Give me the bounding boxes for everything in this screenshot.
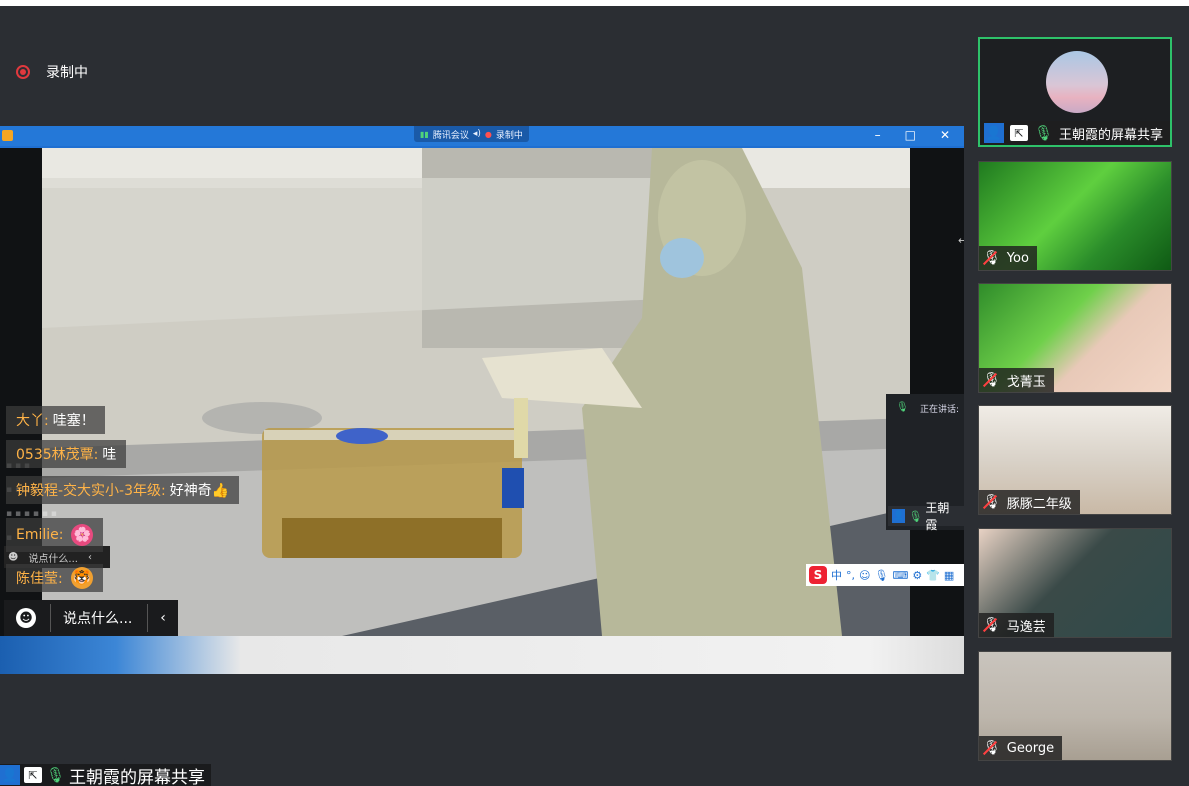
grid-icon[interactable]: ▦ (944, 569, 954, 582)
participant-name: 豚豚二年级 (1006, 496, 1072, 512)
flower-emoji: 🌸 (71, 524, 94, 546)
voice-icon[interactable]: 🎙 (874, 569, 888, 582)
participant-tag: 🎙 George (979, 736, 1063, 760)
chat-sender: 0535林茂覃: (16, 447, 99, 463)
maximize-button[interactable]: □ (905, 128, 916, 142)
chat-text: 哇 (102, 447, 117, 463)
avatar (1046, 51, 1108, 113)
speaker-name-tag: 👤 🎙 王朝霞 (888, 501, 964, 532)
screen-share-icon: ⇱ (24, 767, 42, 783)
mic-muted-icon: 🎙 (983, 494, 1001, 510)
main-stage: 录制中 ▮▮ 腾讯会议 ◂) ● 录制中 – □ ✕ 🎙 正在讲话: 👤 🎙 王… (0, 6, 964, 786)
chat-input-bar[interactable]: ☻ 说点什么... ‹ (4, 600, 178, 636)
record-icon (16, 65, 30, 79)
skin-icon[interactable]: 👕 (926, 569, 940, 582)
chat-sender: Emilie: (16, 527, 64, 543)
chat-sender: 钟毅程-交大实小-3年级: (16, 483, 166, 499)
participant-gallery: 👤 ⇱ 🎙 王朝霞的屏幕共享 🎙 Yoo 🎙 戈菁玉 🎙 豚豚二年级 🎙 马逸芸 (964, 6, 1189, 786)
meeting-app-name: 腾讯会议 (432, 130, 469, 141)
player-app-icon (2, 130, 13, 141)
mic-on-icon: 🎙 (1034, 124, 1054, 142)
screen-share-view: ▮▮ 腾讯会议 ◂) ● 录制中 – □ ✕ (0, 126, 964, 674)
input-method-toolbar[interactable]: S 中 °, ☺ 🎙 ⌨ ⚙ 👕 ▦ (806, 564, 964, 586)
screen-share-icon: ⇱ (1010, 125, 1028, 141)
chat-text: 好神奇👍 (169, 483, 230, 499)
recording-indicator[interactable]: 录制中 (16, 62, 88, 82)
mic-muted-icon: 🎙 (983, 617, 1001, 633)
participant-name: Yoo (1006, 250, 1029, 266)
shared-desktop-strip (0, 636, 964, 674)
participant-tile[interactable]: 🎙 马逸芸 (978, 528, 1172, 638)
mic-muted-icon: 🎙 (983, 250, 1001, 266)
chat-message: 陈佳莹: 🐯 (6, 564, 103, 592)
participant-tile[interactable]: 🎙 Yoo (978, 161, 1172, 271)
participant-name: 马逸芸 (1006, 619, 1046, 635)
chat-message: 大丫: 哇塞！ (6, 406, 105, 434)
window-controls: – □ ✕ (875, 128, 950, 142)
participant-tile[interactable]: 🎙 George (978, 651, 1172, 761)
user-icon: 👤 (0, 765, 20, 785)
face-icon: ☻ (8, 551, 19, 563)
keyboard-icon[interactable]: ⌨ (892, 569, 908, 582)
chat-sender: 大丫: (16, 413, 49, 429)
participant-name: 王朝霞的屏幕共享 (1059, 127, 1164, 143)
chat-message: 0535林茂覃: 哇 (6, 440, 127, 468)
participant-tag: 👤 ⇱ 🎙 王朝霞的屏幕共享 (980, 121, 1170, 145)
user-icon: 👤 (984, 123, 1004, 143)
mic-muted-icon: 🎙 (983, 740, 1001, 756)
mic-on-icon: 🎙 (896, 402, 909, 413)
chat-input-placeholder[interactable]: 说点什么... (51, 608, 144, 628)
chat-sender: 陈佳莹: (16, 571, 63, 587)
signal-icon: ▮▮ (420, 129, 429, 139)
speaking-label: 正在讲话: (920, 405, 960, 415)
participant-tile[interactable]: 🎙 戈菁玉 (978, 283, 1172, 393)
close-button[interactable]: ✕ (940, 128, 950, 142)
speaker-name: 王朝霞 (925, 501, 950, 532)
shared-window-titlebar: ▮▮ 腾讯会议 ◂) ● 录制中 – □ ✕ (0, 126, 964, 146)
share-owner-label: 王朝霞的屏幕共享 (69, 767, 206, 786)
chat-message: 钟毅程-交大实小-3年级: 好神奇👍 (6, 476, 240, 504)
punctuation-icon[interactable]: °, (846, 569, 855, 582)
tiger-emoji: 🐯 (70, 567, 93, 589)
letterbox-right (910, 148, 964, 636)
chat-text: 哇塞！ (52, 413, 95, 429)
emoji-picker-icon[interactable]: ☻ (16, 608, 36, 628)
minimize-button[interactable]: – (875, 128, 881, 142)
meeting-recording-label: 录制中 (495, 130, 523, 141)
participant-name: 戈菁玉 (1006, 374, 1046, 390)
participant-tag: 🎙 豚豚二年级 (979, 490, 1080, 514)
share-owner-tag: 👤 ⇱ 🎙 王朝霞的屏幕共享 (0, 764, 212, 786)
participant-tag: 🎙 马逸芸 (979, 613, 1054, 637)
emoji-icon[interactable]: ☺ (859, 569, 870, 582)
mic-on-icon: 🎙 (908, 509, 923, 523)
participant-tag: 🎙 Yoo (979, 246, 1037, 270)
user-icon: 👤 (892, 509, 906, 523)
participant-tile[interactable]: 🎙 豚豚二年级 (978, 405, 1172, 515)
meeting-mini-bar[interactable]: ▮▮ 腾讯会议 ◂) ● 录制中 (414, 126, 529, 142)
chat-message: Emilie: 🌸 (6, 518, 104, 552)
lab-video-frame (42, 148, 910, 636)
sogou-logo-icon: S (809, 566, 827, 584)
mic-muted-icon: 🎙 (983, 372, 1001, 388)
speaker-icon: ◂) (472, 129, 481, 139)
recording-label: 录制中 (46, 65, 88, 81)
collapse-chat-icon[interactable]: ‹ (147, 604, 178, 632)
participant-name: George (1006, 740, 1055, 756)
mic-on-icon: 🎙 (46, 766, 66, 784)
participant-tag: 🎙 戈菁玉 (979, 368, 1054, 392)
chevron-left-icon: ‹ (87, 551, 92, 563)
participant-tile-screen-share[interactable]: 👤 ⇱ 🎙 王朝霞的屏幕共享 (978, 37, 1172, 147)
lab-scene-image (42, 148, 910, 636)
ime-mode[interactable]: 中 (831, 567, 842, 583)
record-dot-icon: ● (484, 129, 492, 139)
tools-icon[interactable]: ⚙ (912, 569, 922, 582)
